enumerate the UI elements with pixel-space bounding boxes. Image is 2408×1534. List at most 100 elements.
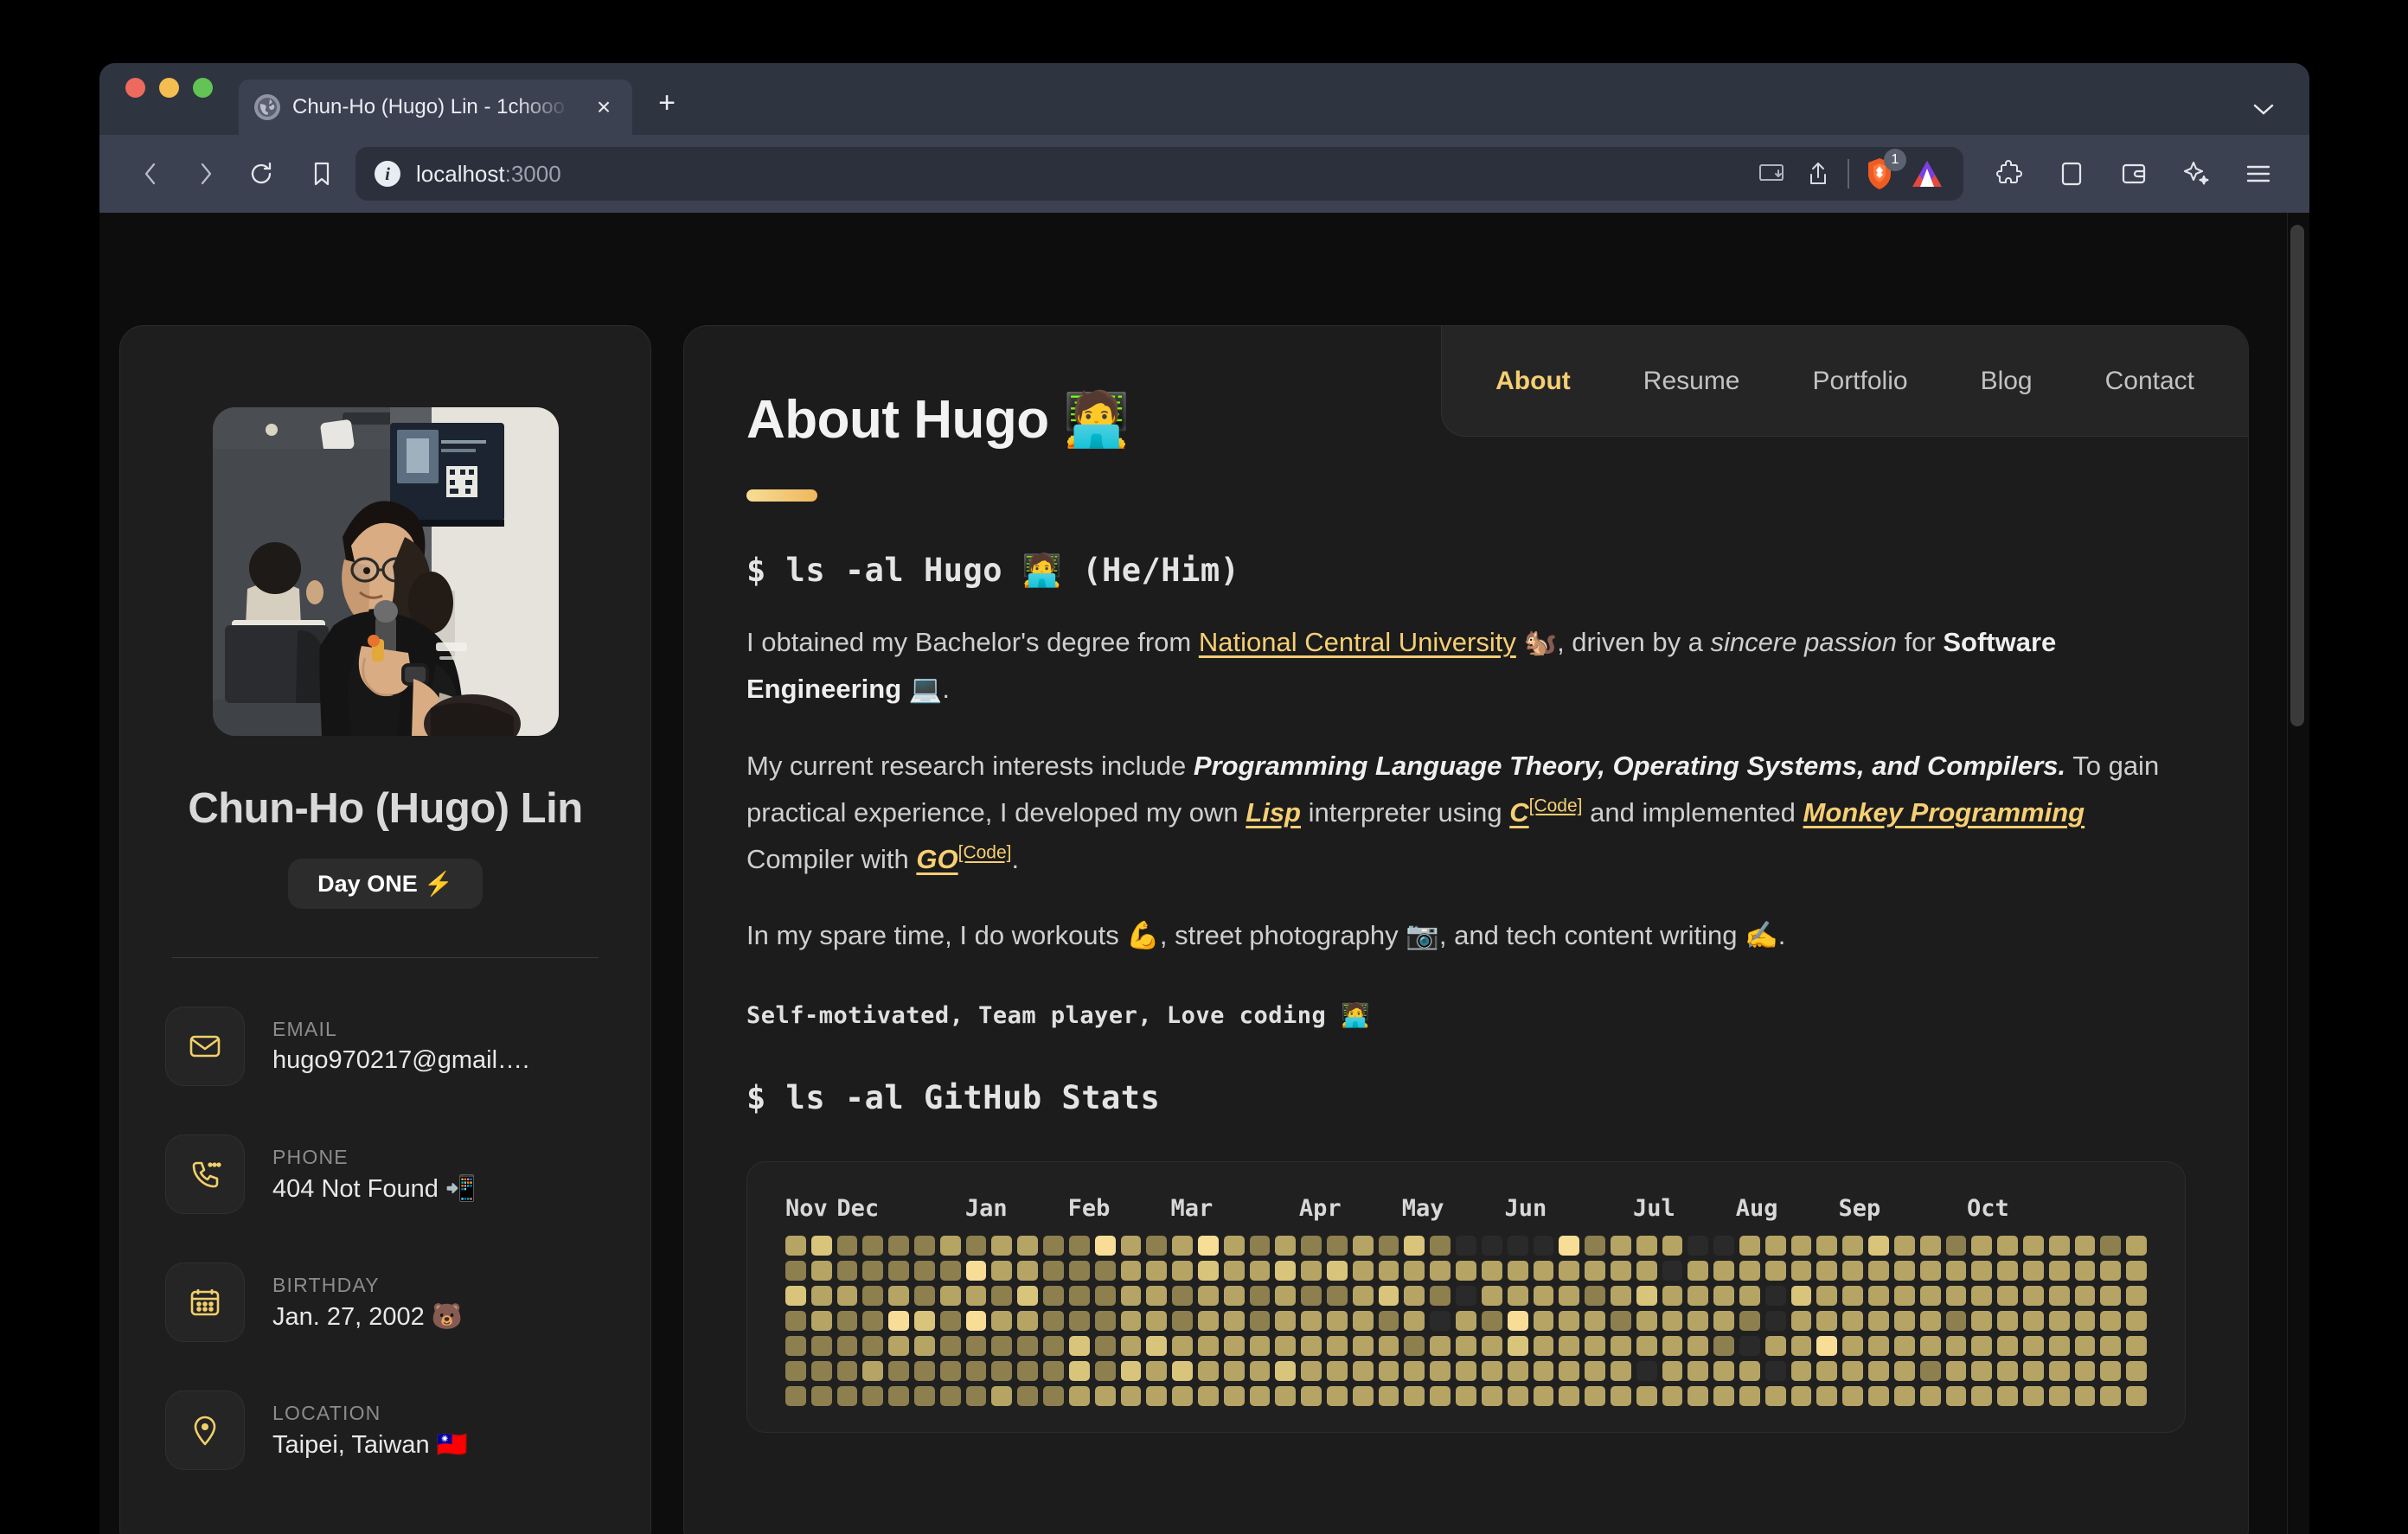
contribution-cell[interactable] xyxy=(1507,1335,1528,1356)
contribution-cell[interactable] xyxy=(914,1335,935,1356)
contribution-cell[interactable] xyxy=(810,1385,832,1406)
contribution-cell[interactable] xyxy=(1223,1335,1245,1356)
contribution-cell[interactable] xyxy=(1893,1310,1915,1331)
contribution-cell[interactable] xyxy=(1275,1310,1297,1331)
contribution-cell[interactable] xyxy=(1971,1285,1993,1306)
contribution-cell[interactable] xyxy=(1842,1235,1864,1256)
contribution-cell[interactable] xyxy=(965,1310,987,1331)
contribution-cell[interactable] xyxy=(1017,1385,1039,1406)
bookmark-icon[interactable] xyxy=(297,149,347,199)
contribution-cell[interactable] xyxy=(1739,1360,1760,1381)
contribution-cell[interactable] xyxy=(1223,1360,1245,1381)
contribution-cell[interactable] xyxy=(810,1335,832,1356)
contribution-cell[interactable] xyxy=(1919,1260,1941,1281)
contribution-cell[interactable] xyxy=(810,1310,832,1331)
contribution-cell[interactable] xyxy=(1893,1335,1915,1356)
contribution-cell[interactable] xyxy=(1301,1360,1322,1381)
contribution-cell[interactable] xyxy=(1172,1360,1193,1381)
contribution-cell[interactable] xyxy=(1043,1335,1064,1356)
contribution-cell[interactable] xyxy=(888,1360,910,1381)
contribution-cell[interactable] xyxy=(1945,1335,1967,1356)
contribution-cell[interactable] xyxy=(1842,1285,1864,1306)
contribution-cell[interactable] xyxy=(1533,1310,1554,1331)
contribution-cell[interactable] xyxy=(1842,1360,1864,1381)
contribution-cell[interactable] xyxy=(1223,1310,1245,1331)
contribution-cell[interactable] xyxy=(1378,1310,1399,1331)
contribution-cell[interactable] xyxy=(1146,1260,1168,1281)
contribution-cell[interactable] xyxy=(2074,1285,2096,1306)
go-link[interactable]: GO xyxy=(916,844,957,874)
contribution-cell[interactable] xyxy=(1636,1285,1657,1306)
reload-icon[interactable] xyxy=(236,149,286,199)
contribution-cell[interactable] xyxy=(2126,1335,2147,1356)
contribution-cell[interactable] xyxy=(1378,1360,1399,1381)
contribution-cell[interactable] xyxy=(1636,1260,1657,1281)
contribution-cell[interactable] xyxy=(1533,1235,1554,1256)
contribution-cell[interactable] xyxy=(1223,1285,1245,1306)
cast-icon[interactable] xyxy=(1754,157,1789,191)
share-icon[interactable] xyxy=(1801,157,1835,191)
contribution-cell[interactable] xyxy=(836,1335,858,1356)
contribution-cell[interactable] xyxy=(914,1360,935,1381)
contribution-cell[interactable] xyxy=(1662,1310,1683,1331)
contribution-cell[interactable] xyxy=(1971,1360,1993,1381)
brave-rewards-icon[interactable] xyxy=(1910,157,1944,191)
contribution-cell[interactable] xyxy=(1430,1260,1451,1281)
contribution-cell[interactable] xyxy=(785,1310,806,1331)
contribution-cell[interactable] xyxy=(1533,1335,1554,1356)
contribution-cell[interactable] xyxy=(862,1335,884,1356)
maximize-window-button[interactable] xyxy=(193,78,213,98)
contribution-cell[interactable] xyxy=(1816,1385,1838,1406)
contribution-cell[interactable] xyxy=(1842,1385,1864,1406)
contribution-cell[interactable] xyxy=(1764,1260,1786,1281)
contribution-cell[interactable] xyxy=(1301,1310,1322,1331)
contribution-cell[interactable] xyxy=(1249,1260,1271,1281)
contribution-cell[interactable] xyxy=(1688,1285,1709,1306)
leo-ai-icon[interactable] xyxy=(2171,149,2221,199)
contribution-cell[interactable] xyxy=(1301,1285,1322,1306)
lisp-link[interactable]: Lisp xyxy=(1246,797,1301,828)
contribution-cell[interactable] xyxy=(1430,1310,1451,1331)
contribution-cell[interactable] xyxy=(1688,1235,1709,1256)
contribution-cell[interactable] xyxy=(1352,1385,1374,1406)
contribution-cell[interactable] xyxy=(1816,1260,1838,1281)
contribution-cell[interactable] xyxy=(1997,1260,2018,1281)
contribution-cell[interactable] xyxy=(1146,1310,1168,1331)
contribution-cell[interactable] xyxy=(1842,1310,1864,1331)
contribution-cell[interactable] xyxy=(1043,1360,1064,1381)
contribution-cell[interactable] xyxy=(2126,1360,2147,1381)
contribution-cell[interactable] xyxy=(1404,1285,1425,1306)
contribution-cell[interactable] xyxy=(1352,1260,1374,1281)
contribution-cell[interactable] xyxy=(862,1360,884,1381)
contribution-cell[interactable] xyxy=(2100,1335,2122,1356)
contribution-cell[interactable] xyxy=(1893,1235,1915,1256)
contribution-cell[interactable] xyxy=(1790,1260,1812,1281)
contribution-cell[interactable] xyxy=(1713,1385,1735,1406)
contribution-cell[interactable] xyxy=(2048,1285,2070,1306)
contribution-cell[interactable] xyxy=(2126,1235,2147,1256)
contribution-cell[interactable] xyxy=(2074,1235,2096,1256)
contribution-cell[interactable] xyxy=(1971,1310,1993,1331)
contribution-cell[interactable] xyxy=(1997,1235,2018,1256)
contribution-cell[interactable] xyxy=(965,1260,987,1281)
contribution-cell[interactable] xyxy=(785,1260,806,1281)
contribution-cell[interactable] xyxy=(2100,1310,2122,1331)
contribution-cell[interactable] xyxy=(888,1285,910,1306)
contribution-cell[interactable] xyxy=(1275,1285,1297,1306)
browser-tab[interactable]: Chun-Ho (Hugo) Lin - 1chooo × xyxy=(239,80,632,135)
contribution-cell[interactable] xyxy=(991,1235,1013,1256)
contribution-cell[interactable] xyxy=(1094,1310,1116,1331)
contribution-cell[interactable] xyxy=(1094,1385,1116,1406)
contribution-cell[interactable] xyxy=(1120,1360,1142,1381)
contribution-cell[interactable] xyxy=(1610,1335,1631,1356)
contribution-cell[interactable] xyxy=(1223,1385,1245,1406)
contribution-cell[interactable] xyxy=(1585,1335,1605,1356)
contribution-cell[interactable] xyxy=(1585,1360,1605,1381)
contribution-cell[interactable] xyxy=(1275,1335,1297,1356)
contribution-cell[interactable] xyxy=(1790,1285,1812,1306)
contribution-cell[interactable] xyxy=(1997,1385,2018,1406)
contribution-cell[interactable] xyxy=(1456,1385,1476,1406)
contribution-cell[interactable] xyxy=(1893,1260,1915,1281)
contribution-cell[interactable] xyxy=(914,1310,935,1331)
contribution-cell[interactable] xyxy=(1533,1360,1554,1381)
